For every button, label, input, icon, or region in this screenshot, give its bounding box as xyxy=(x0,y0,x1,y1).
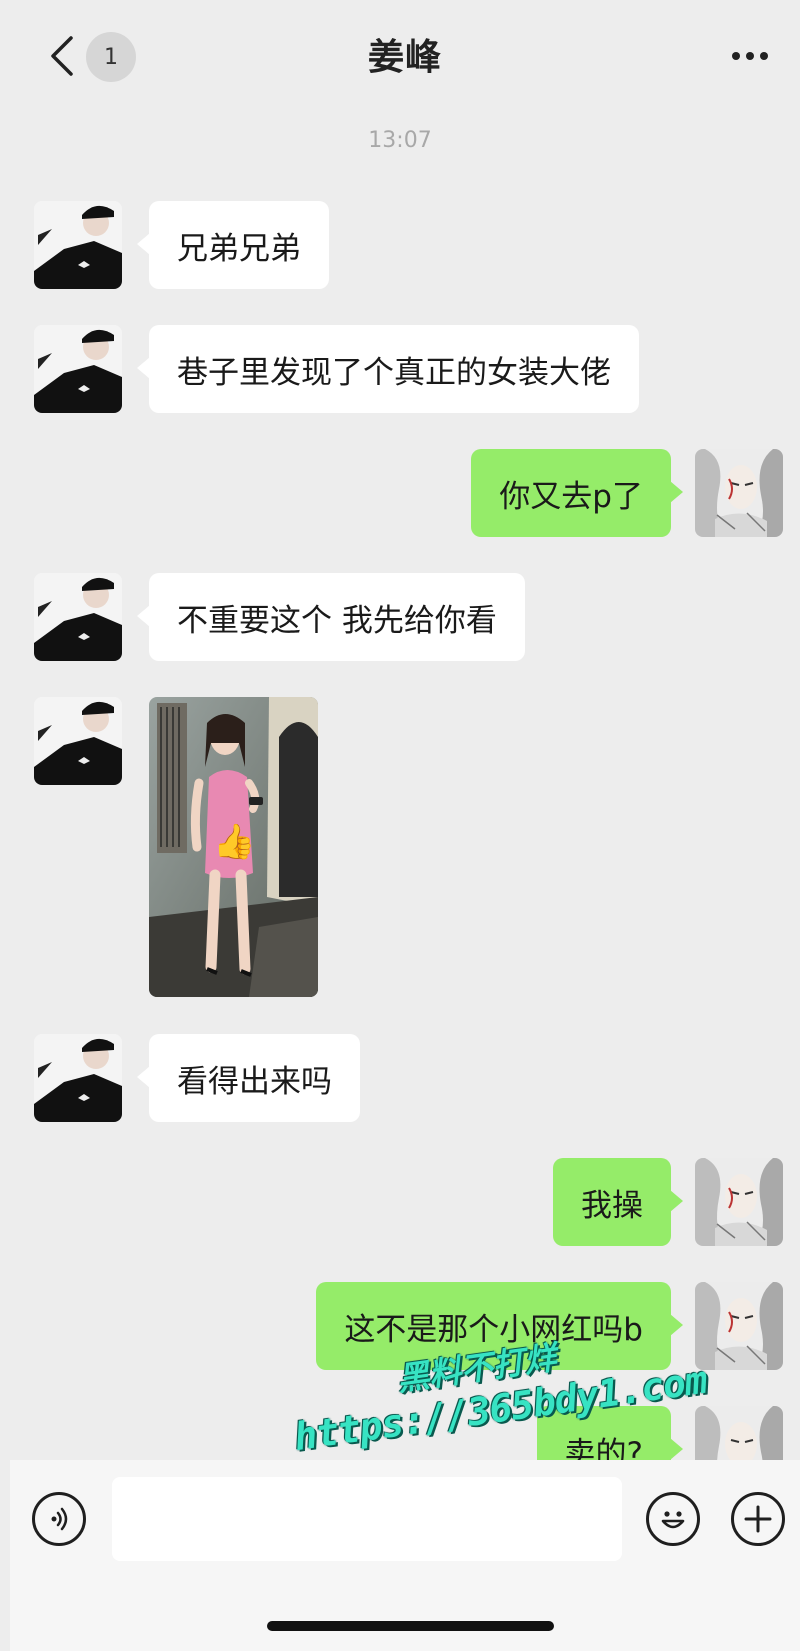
incoming-message-bubble[interactable]: 不重要这个 我先给你看 xyxy=(137,573,525,661)
message-timestamp: 13:07 xyxy=(368,128,432,153)
message-input[interactable] xyxy=(112,1477,622,1561)
more-options-button[interactable] xyxy=(722,34,778,78)
contact-avatar[interactable] xyxy=(34,573,122,661)
outgoing-message-bubble[interactable]: 你又去p了 xyxy=(471,449,683,537)
avatar-image xyxy=(695,1282,783,1370)
emoji-button[interactable] xyxy=(646,1492,700,1546)
outgoing-message-bubble[interactable]: 我操 xyxy=(553,1158,683,1246)
contact-avatar[interactable] xyxy=(34,201,122,289)
voice-button[interactable] xyxy=(32,1492,86,1546)
avatar-image xyxy=(695,1158,783,1246)
contact-avatar[interactable] xyxy=(34,697,122,785)
message-text: 这不是那个小网红吗b xyxy=(344,1311,643,1348)
avatar-image xyxy=(34,1034,122,1122)
back-button[interactable] xyxy=(42,28,82,84)
unread-count-badge[interactable]: 1 xyxy=(86,32,136,82)
message-text: 兄弟兄弟 xyxy=(177,230,301,267)
message-text: 不重要这个 我先给你看 xyxy=(177,602,497,639)
more-functions-button[interactable] xyxy=(731,1492,785,1546)
contact-avatar[interactable] xyxy=(34,325,122,413)
avatar-image xyxy=(34,325,122,413)
message-text: 看得出来吗 xyxy=(177,1063,332,1100)
photo-thumbnail-icon: 👍 xyxy=(149,697,318,997)
incoming-message-bubble[interactable]: 巷子里发现了个真正的女装大佬 xyxy=(137,325,639,413)
chevron-left-icon xyxy=(51,36,73,76)
more-dot xyxy=(760,52,768,60)
message-text: 我操 xyxy=(581,1187,643,1224)
photo-message[interactable]: 👍 xyxy=(149,697,318,997)
more-dot xyxy=(746,52,754,60)
avatar-image xyxy=(695,449,783,537)
plus-icon xyxy=(744,1505,772,1533)
incoming-message-bubble[interactable]: 兄弟兄弟 xyxy=(137,201,329,289)
more-dot xyxy=(732,52,740,60)
thumbs-up-sticker: 👍 xyxy=(213,822,255,862)
message-text: 巷子里发现了个真正的女装大佬 xyxy=(177,354,611,391)
incoming-message-bubble[interactable]: 看得出来吗 xyxy=(137,1034,360,1122)
chat-header: 1 姜峰 xyxy=(10,0,800,108)
voice-icon xyxy=(51,1507,68,1531)
outgoing-message-bubble[interactable]: 这不是那个小网红吗b xyxy=(316,1282,683,1370)
my-avatar[interactable] xyxy=(695,1282,783,1370)
my-avatar[interactable] xyxy=(695,1158,783,1246)
avatar-image xyxy=(34,573,122,661)
avatar-image xyxy=(34,201,122,289)
emoji-icon xyxy=(661,1511,685,1529)
home-indicator xyxy=(267,1621,554,1631)
my-avatar[interactable] xyxy=(695,449,783,537)
message-text: 你又去p了 xyxy=(499,478,643,515)
avatar-image xyxy=(34,697,122,785)
contact-avatar[interactable] xyxy=(34,1034,122,1122)
chat-title: 姜峰 xyxy=(367,37,442,78)
